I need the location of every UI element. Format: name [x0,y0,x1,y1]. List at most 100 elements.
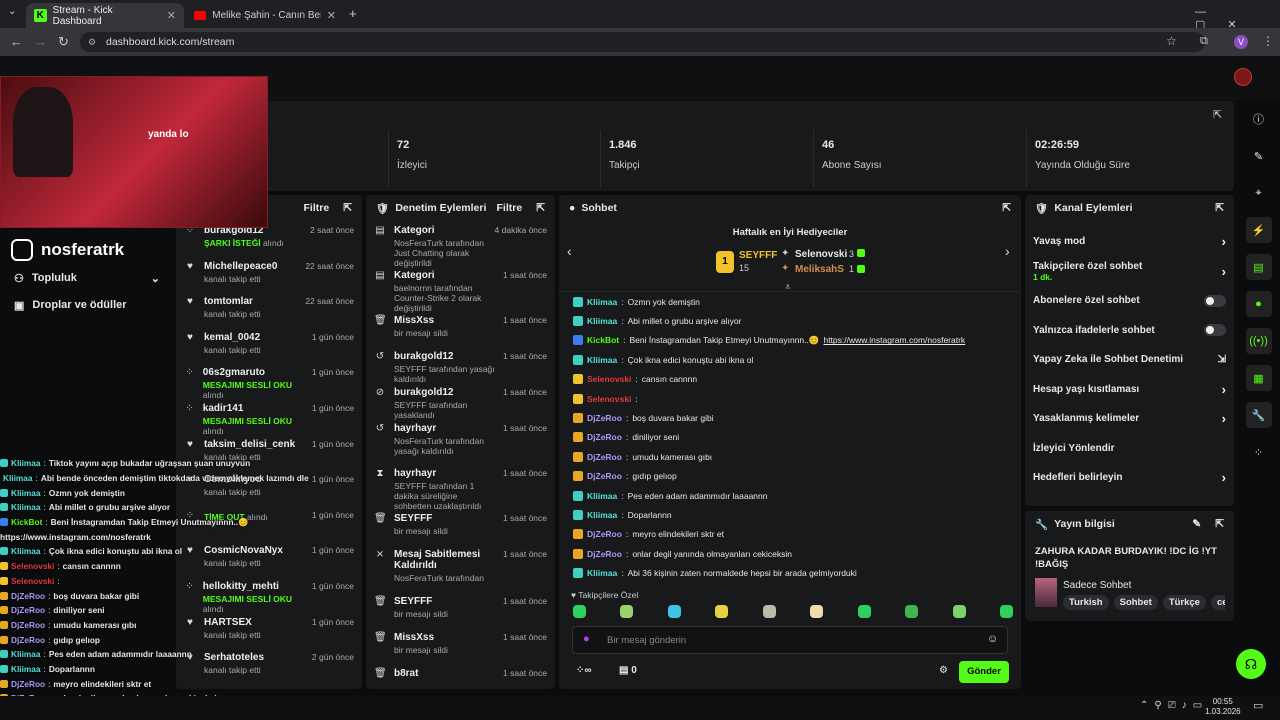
channel-action-item[interactable]: Yavaş mod › [1025,227,1234,257]
chat-icon[interactable]: ● [1245,291,1272,317]
new-tab-icon[interactable]: + [349,6,357,21]
moderation-item[interactable]: ↺ burakgold12 SEYFFF tarafından yasağı kal… [366,347,555,384]
emote-icon[interactable] [810,605,824,618]
chat-username[interactable]: Selenovski [587,374,631,384]
prev-arrow-icon[interactable]: ‹ [567,243,572,259]
chat-username[interactable]: KickBot [587,335,619,345]
back-icon[interactable]: ← [10,34,23,49]
chat-message[interactable]: Kliimaa: Doparlannn [559,505,1021,524]
activity-item[interactable]: ♥ tomtomlar kanalı takip etti 22 saat önce [176,292,362,328]
next-arrow-icon[interactable]: › [1005,243,1010,259]
reload-icon[interactable]: ↻ [58,34,69,50]
user-avatar[interactable] [1234,68,1252,86]
nodes-icon[interactable]: ⁘ [1246,439,1272,465]
chat-username[interactable]: Kliimaa [587,316,617,326]
tag[interactable]: Türkçe [1162,595,1206,610]
lightning-icon[interactable]: ⚡ [1245,217,1272,243]
activity-item[interactable]: ⁘ kadir141 MESAJIMI SESLİ OKU alındı 1 gün … [176,399,362,436]
chat-message[interactable]: KickBot: Beni İnstagramdan Takip Etmeyi U… [559,331,1021,350]
moderation-item[interactable]: 🗑 b8rat 1 saat önce [366,664,555,689]
chat-message[interactable]: DjZeRoo: gıdıp gelıop [559,467,1021,486]
emote-icon[interactable] [905,605,919,618]
chat-username[interactable]: Kliimaa [587,568,617,578]
popout-icon[interactable]: ⇱ [1002,202,1011,214]
emote-icon[interactable] [999,605,1013,618]
emote-icon[interactable] [715,605,729,618]
popout-icon[interactable]: ⇱ [1215,202,1224,214]
chat-input[interactable]: ● Bir mesaj gönderin ☺ [572,626,1008,654]
channel-action-item[interactable]: İzleyici Yönlendir [1025,434,1234,464]
browser-menu-icon[interactable]: ⋮ [1262,34,1274,48]
chat-username[interactable]: DjZeRoo [587,432,622,442]
channel-action-item[interactable]: Hesap yaşı kısıtlaması › [1025,375,1234,405]
chat-message[interactable]: Kliimaa: Çok ikna edici konuştu abi ikna … [559,350,1021,369]
moderation-item[interactable]: ▤ Kategori baelnornn tarafından Counter-St… [366,266,555,313]
chat-message[interactable]: Kliimaa: Pes eden adam adammıdır laaaannn [559,486,1021,505]
chat-username[interactable]: DjZeRoo [587,471,622,481]
edit-pencil-icon[interactable]: ✎ [1192,518,1201,530]
moderation-item[interactable]: 🗑 SEYFFF bir mesajı sildi 1 saat önce [366,509,555,545]
chat-link[interactable]: https://www.instagram.com/nosferatrk [823,335,965,345]
moderation-item[interactable]: 🗑 MissXss bir mesajı sildi 1 saat önce [366,311,555,347]
emote-icon[interactable] [573,605,586,618]
moderation-item[interactable]: ⧗ hayrhayr SEYFFF tarafından 1 dakika süre… [366,464,555,511]
broadcast-icon[interactable]: ((•)) [1245,328,1272,354]
tab-list-icon[interactable]: ⌄ [8,6,16,17]
chat-message[interactable]: DjZeRoo: umudu kamerası gıbı [559,447,1021,466]
url-input[interactable]: dashboard.kick.com/stream [80,32,1205,52]
moderation-item[interactable]: ⊘ burakgold12 SEYFFF tarafından yasaklandı… [366,383,555,420]
toggle-switch[interactable] [1204,324,1226,337]
support-headset-icon[interactable]: ☊ [1236,649,1266,679]
channel-action-item[interactable]: Yapay Zeka ile Sohbet Denetimi ⇲ [1025,345,1234,375]
popout-icon[interactable]: ⇱ [536,202,545,214]
chat-username[interactable]: Kliimaa [587,491,617,501]
tag[interactable]: cek [1210,595,1225,610]
filter-button[interactable]: Filtre [304,202,330,214]
chat-username[interactable]: Kliimaa [587,510,617,520]
bookmark-star-icon[interactable]: ☆ [1166,34,1177,48]
chat-message[interactable]: Kliimaa: Abi 36 kişinin zaten normaldede … [559,563,1021,582]
chat-message[interactable]: Kliimaa: Ozmn yok demiştin [559,292,1021,311]
chat-username[interactable]: Kliimaa [587,355,617,365]
activity-item[interactable]: ⁘ 06s2gmaruto MESAJIMI SESLİ OKU alındı 1 g… [176,363,362,400]
chat-username[interactable]: DjZeRoo [587,529,622,539]
profile-avatar[interactable]: V [1234,35,1248,49]
tab-youtube[interactable]: Melike Şahin - Canın Beni Çekti ✕ [186,3,344,28]
emote-icon[interactable] [620,605,634,618]
moderation-item[interactable]: ↺ hayrhayr NosFeraTurk tarafından yasağı k… [366,419,555,464]
menu-drops[interactable]: ▣ Droplar ve ödüller [14,299,127,312]
popout-icon[interactable]: ⇱ [1215,518,1224,530]
popout-icon[interactable]: ⇱ [1213,108,1222,121]
tab-kick-dashboard[interactable]: K Stream - Kick Dashboard ✕ [26,3,184,28]
menu-community[interactable]: ⚇ Topluluk ⌄ [14,272,160,285]
tools-icon[interactable]: 🔧 [1245,402,1272,428]
channel-points-icon[interactable]: ⁘∞ [576,665,592,676]
send-button[interactable]: Gönder [959,661,1009,683]
moderation-item[interactable]: ⨯ Mesaj Sabitlemesi Kaldırıldı NosFeraTurk… [366,545,555,592]
close-tab-icon[interactable]: ✕ [327,9,336,22]
emote-icon[interactable] [667,605,681,618]
chat-message[interactable]: Kliimaa: Abi millet o grubu arşive alıyor [559,311,1021,330]
tray-icons[interactable]: ⌃⚲⎚♪▭ [1140,700,1208,711]
emote-icon[interactable] [952,605,966,618]
emoji-icon[interactable]: ☺ [987,633,998,645]
notification-icon[interactable]: ▭ [1253,699,1263,712]
filter-button[interactable]: Filtre [497,202,523,214]
chat-username[interactable]: DjZeRoo [587,452,622,462]
chat-message[interactable]: Selenovski: cansın cannnn [559,370,1021,389]
emote-icon[interactable] [762,605,776,618]
forward-icon[interactable]: → [34,34,47,49]
moderation-item[interactable]: ▤ Kategori NosFeraTurk tarafından Just Cha… [366,221,555,268]
toggle-switch[interactable] [1204,294,1226,307]
microphone-icon[interactable]: ● [583,633,590,645]
taskbar-clock[interactable]: 00:55 1.03.2026 [1205,697,1241,717]
channel-action-item[interactable]: Abonelere özel sohbet [1025,286,1234,316]
chest-icon[interactable]: ▤ 0 [619,665,637,676]
activity-item[interactable]: ♥ Michellepeace0 kanalı takip etti 22 saat … [176,257,362,293]
channel-action-item[interactable]: Yalnızca ifadelerle sohbet [1025,316,1234,346]
chat-message[interactable]: Selenovski: [559,389,1021,408]
moderation-item[interactable]: 🗑 MissXss bir mesajı sildi 1 saat önce [366,628,555,664]
info-icon[interactable]: ⓘ [1246,106,1272,132]
chat-message[interactable]: DjZeRoo: onlar degil yanında olmayanları … [559,544,1021,563]
channel-action-item[interactable]: Hedefleri belirleyin › [1025,463,1234,493]
